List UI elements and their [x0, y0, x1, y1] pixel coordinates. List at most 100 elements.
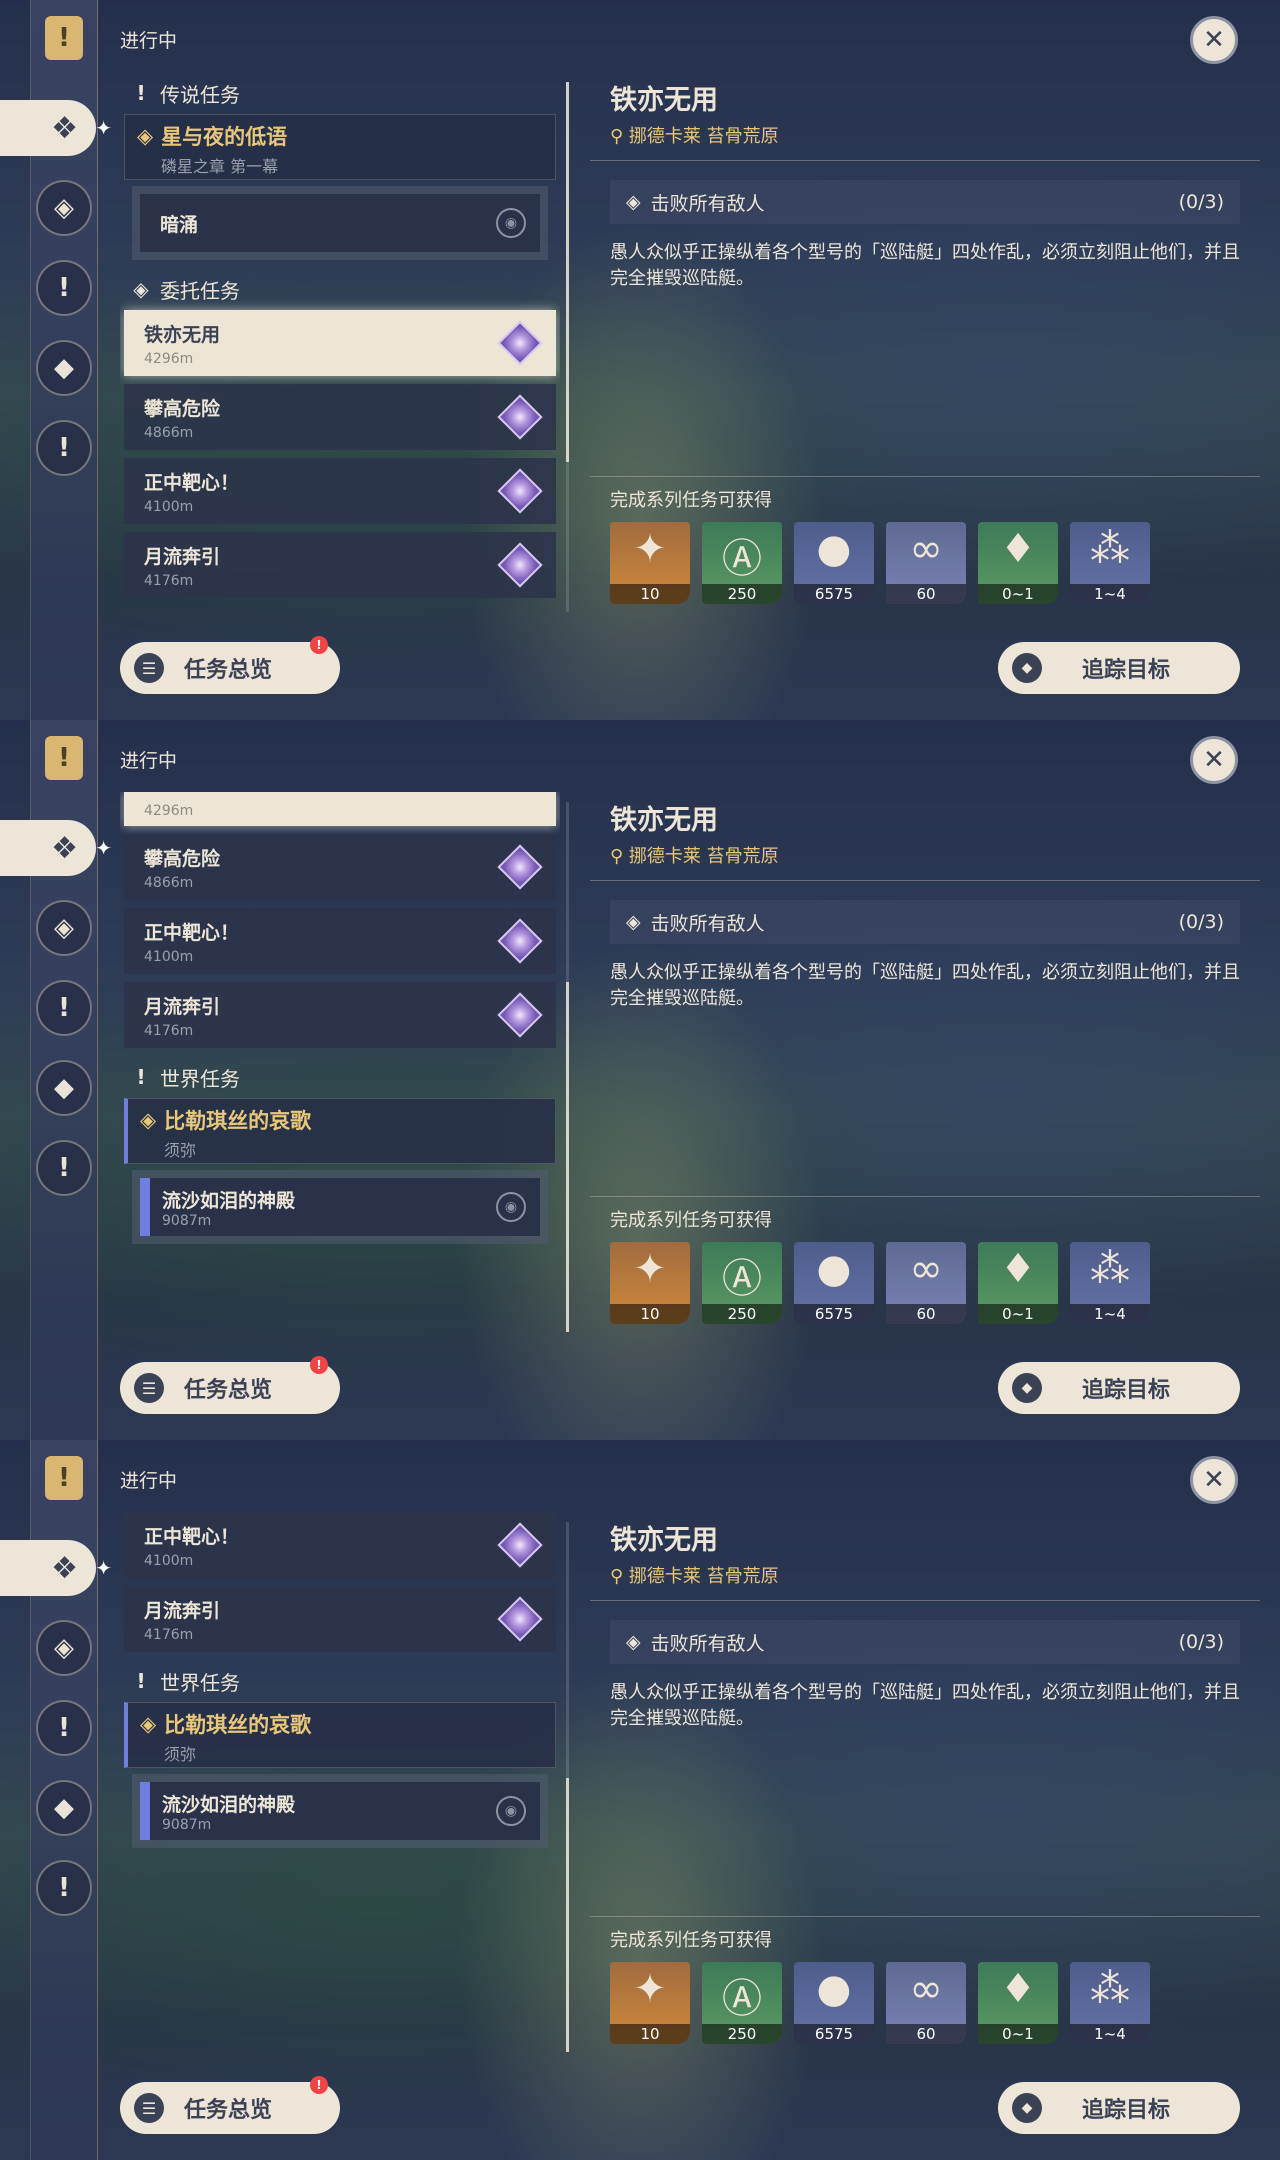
commission-icon: ◆ — [54, 1073, 74, 1103]
quest-item[interactable]: 攀高危险 4866m — [124, 384, 556, 450]
quest-overview-button[interactable]: ☰ 任务总览 ! — [120, 2076, 340, 2134]
reward-item[interactable]: Ⓐ 250 — [702, 522, 782, 604]
reward-item[interactable]: ♦ 0~1 — [978, 1242, 1058, 1324]
tab-archon-quests[interactable]: ◈ — [36, 900, 92, 956]
commission-icon: ◈ — [133, 277, 149, 301]
quest-location: ⚲ 挪德卡莱 苔骨荒原 — [610, 846, 779, 867]
reward-item[interactable]: ⁂ 1~4 — [1070, 1242, 1150, 1324]
series-world[interactable]: ◈ 比勒琪丝的哀歌 须弥 — [124, 1098, 556, 1164]
divider — [590, 880, 1260, 881]
reward-item[interactable]: ✦ 10 — [610, 1242, 690, 1324]
reward-item[interactable]: Ⓐ 250 — [702, 1242, 782, 1324]
exclamation-icon: ! — [58, 1713, 70, 1743]
banner-icon[interactable]: ! — [45, 736, 83, 780]
location-pin-icon[interactable]: ◉ — [496, 1796, 526, 1826]
reward-item[interactable]: ⁂ 1~4 — [1070, 1962, 1150, 2044]
reward-item[interactable]: ♦ 0~1 — [978, 522, 1058, 604]
subquest-world[interactable]: 流沙如泪的神殿 9087m ◉ — [132, 1170, 548, 1244]
tab-world-quests[interactable]: ! — [36, 1860, 92, 1916]
series-legend[interactable]: ◈ 星与夜的低语 磷星之章 第一幕 — [124, 114, 556, 180]
notification-badge: ! — [310, 1356, 328, 1374]
quest-item[interactable]: 正中靶心！ 4100m — [124, 908, 556, 974]
tab-archon-quests[interactable]: ◈ — [36, 1620, 92, 1676]
reward-item[interactable]: ● 6575 — [794, 1962, 874, 2044]
friendship-exp-icon: ∞ — [909, 1966, 943, 2012]
reward-item[interactable]: Ⓐ 250 — [702, 1962, 782, 2044]
divider — [590, 1196, 1260, 1197]
close-button[interactable]: ✕ — [1190, 736, 1238, 784]
list-scrollbar[interactable] — [566, 1522, 569, 2052]
status-label: 进行中 — [120, 750, 178, 772]
quest-item[interactable]: 月流奔引 4176m — [124, 532, 556, 598]
quest-item[interactable]: 月流奔引 4176m — [124, 1586, 556, 1652]
quest-overview-button[interactable]: ☰ 任务总览 ! — [120, 636, 340, 694]
reward-item[interactable]: ∞ 60 — [886, 1962, 966, 2044]
exclamation-icon: ! — [136, 81, 146, 105]
tab-all-quests[interactable]: ❖ ✦ — [0, 1540, 112, 1596]
reward-list: ✦ 10 Ⓐ 250 ● 6575 ∞ 60 ♦ 0~1 ⁂ 1~4 — [610, 1962, 1150, 2044]
reward-item[interactable]: ● 6575 — [794, 522, 874, 604]
track-button[interactable]: ◆ 追踪目标 — [998, 642, 1240, 694]
banner-icon[interactable]: ! — [45, 1456, 83, 1500]
tab-all-quests[interactable]: ❖ ✦ — [0, 100, 112, 156]
mora-icon: ● — [816, 1246, 852, 1292]
location-pin-icon[interactable]: ◉ — [496, 208, 526, 238]
all-quests-icon: ❖ — [51, 110, 78, 146]
diamond-marker-icon: ◈ — [140, 1108, 157, 1132]
list-scrollbar[interactable] — [566, 82, 569, 612]
tab-archon-quests[interactable]: ◈ — [36, 180, 92, 236]
quest-item[interactable]: 正中靶心！ 4100m — [124, 458, 556, 524]
close-button[interactable]: ✕ — [1190, 1456, 1238, 1504]
banner-icon[interactable]: ! — [45, 16, 83, 60]
quest-list[interactable]: 正中靶心！ 4100m 月流奔引 4176m ! 世界任务 ◈ 比勒琪丝的哀歌 须弥 流… — [120, 1512, 560, 2052]
quest-description: 愚人众似乎正操纵着各个型号的「巡陆艇」四处作乱，必须立刻阻止他们，并且完全摧毁巡… — [610, 242, 1240, 289]
exclamation-icon: ! — [136, 1669, 146, 1693]
subquest-legend[interactable]: 暗涌 ◉ — [132, 186, 548, 260]
scrollbar-thumb[interactable] — [566, 82, 569, 462]
close-button[interactable]: ✕ — [1190, 16, 1238, 64]
all-quests-icon: ❖ — [51, 1550, 78, 1586]
tab-world-quests[interactable]: ! — [36, 1140, 92, 1196]
location-pin-icon[interactable]: ◉ — [496, 1192, 526, 1222]
quest-title: 铁亦无用 — [610, 85, 718, 116]
quest-item[interactable]: 攀高危险 4866m — [124, 834, 556, 900]
track-button[interactable]: ◆ 追踪目标 — [998, 2082, 1240, 2134]
tab-all-quests[interactable]: ❖ ✦ — [0, 820, 112, 876]
reward-item[interactable]: ∞ 60 — [886, 522, 966, 604]
list-scrollbar[interactable] — [566, 802, 569, 1332]
objective-row: ◈ 击败所有敌人 (0/3) — [610, 1620, 1240, 1664]
quest-item[interactable]: 铁亦无用 4296m — [124, 310, 556, 376]
location-pin-icon: ⚲ — [610, 846, 629, 867]
quest-list[interactable]: 4296m 攀高危险 4866m 正中靶心！ 4100m 月流奔引 4176m ! 世界… — [120, 792, 560, 1332]
quest-item[interactable]: 正中靶心！ 4100m — [124, 1512, 556, 1578]
track-button[interactable]: ◆ 追踪目标 — [998, 1362, 1240, 1414]
subquest-world[interactable]: 流沙如泪的神殿 9087m ◉ — [132, 1774, 548, 1848]
quest-list[interactable]: ! 传说任务 ◈ 星与夜的低语 磷星之章 第一幕 暗涌 ◉ ◈ 委托任务 铁亦无用 429… — [120, 72, 560, 612]
friendship-exp-icon: ∞ — [909, 526, 943, 572]
reward-item[interactable]: ∞ 60 — [886, 1242, 966, 1324]
archon-icon: ◈ — [54, 1633, 74, 1663]
tab-world-quests[interactable]: ! — [36, 420, 92, 476]
category-world: ! 世界任务 — [120, 1056, 560, 1098]
divider — [590, 476, 1260, 477]
tab-story-quests[interactable]: ! — [36, 980, 92, 1036]
tab-commission-quests[interactable]: ◆ — [36, 340, 92, 396]
reward-item[interactable]: ✦ 10 — [610, 522, 690, 604]
scrollbar-thumb[interactable] — [566, 1778, 569, 2052]
quest-item[interactable]: 月流奔引 4176m — [124, 982, 556, 1048]
quest-title: 铁亦无用 — [610, 1525, 718, 1556]
tab-commission-quests[interactable]: ◆ — [36, 1060, 92, 1116]
reward-item[interactable]: ⁂ 1~4 — [1070, 522, 1150, 604]
quest-overview-button[interactable]: ☰ 任务总览 ! — [120, 1356, 340, 1414]
tab-commission-quests[interactable]: ◆ — [36, 1780, 92, 1836]
reward-item[interactable]: ● 6575 — [794, 1242, 874, 1324]
series-world[interactable]: ◈ 比勒琪丝的哀歌 须弥 — [124, 1702, 556, 1768]
reward-item[interactable]: ♦ 0~1 — [978, 1962, 1058, 2044]
commission-star-icon — [497, 542, 543, 588]
quest-item[interactable]: 4296m — [124, 792, 556, 826]
scrollbar-thumb[interactable] — [566, 982, 569, 1332]
reward-item[interactable]: ✦ 10 — [610, 1962, 690, 2044]
crystal-icon: ♦ — [1000, 1246, 1036, 1292]
tab-story-quests[interactable]: ! — [36, 1700, 92, 1756]
tab-story-quests[interactable]: ! — [36, 260, 92, 316]
